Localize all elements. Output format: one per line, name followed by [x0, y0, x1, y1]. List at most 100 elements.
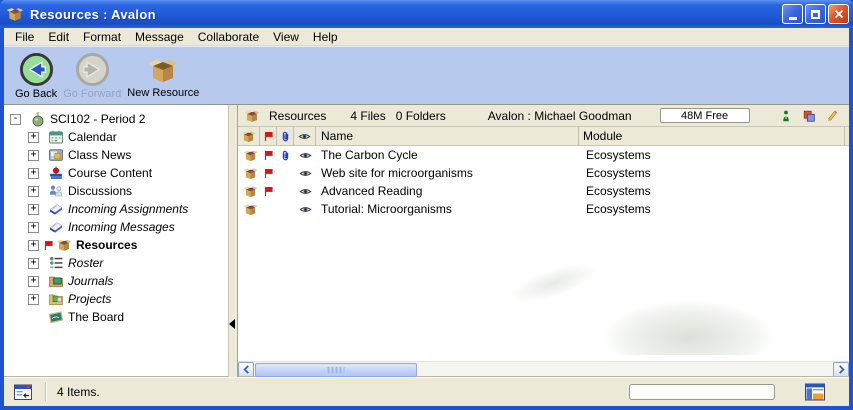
title-bar[interactable]: Resources : Avalon: [0, 0, 853, 28]
box-icon: [241, 129, 256, 144]
pencil-icon[interactable]: [825, 109, 839, 123]
chevron-left-icon: [242, 365, 251, 374]
tree-item-label: Calendar: [68, 130, 117, 144]
account-name: Avalon : Michael Goodman: [488, 109, 632, 123]
resource-info-bar: Resources 4 Files 0 Folders Avalon : Mic…: [238, 105, 849, 127]
expand-icon[interactable]: +: [28, 132, 39, 143]
expand-icon[interactable]: +: [28, 204, 39, 215]
new-resource-button[interactable]: New Resource: [124, 51, 202, 100]
minimize-button[interactable]: [782, 4, 803, 24]
resources-box-icon: [244, 108, 260, 124]
list-row-carbon-cycle[interactable]: The Carbon Cycle Ecosystems: [238, 146, 849, 164]
minimize-icon: [789, 17, 797, 20]
status-separator: [45, 383, 46, 401]
tree-item-calendar[interactable]: + Calendar: [4, 128, 228, 146]
menu-item-view[interactable]: View: [266, 29, 306, 45]
go-back-label: Go Back: [15, 88, 57, 100]
app-box-icon: [6, 5, 24, 23]
expand-icon[interactable]: +: [28, 222, 39, 233]
chalkboard-icon: [48, 309, 64, 325]
tree-item-label: The Board: [68, 310, 124, 324]
column-flag[interactable]: [260, 127, 277, 145]
copy-pages-icon[interactable]: [802, 109, 816, 123]
resources-box-icon: [56, 237, 72, 253]
resource-box-icon: [243, 184, 258, 199]
column-type[interactable]: [238, 127, 260, 145]
toolbar: Go Back Go Forward New Resource: [4, 46, 849, 104]
tree-item-incoming-messages[interactable]: + Incoming Messages: [4, 218, 228, 236]
column-name[interactable]: Name: [316, 127, 578, 145]
eye-icon: [299, 149, 312, 162]
list-row-tutorial[interactable]: Tutorial: Microorganisms Ecosystems: [238, 200, 849, 218]
toggle-left-panel-icon[interactable]: [14, 384, 33, 401]
notebook-icon: [48, 201, 64, 217]
menu-item-message[interactable]: Message: [128, 29, 191, 45]
tree-item-projects[interactable]: + Projects: [4, 290, 228, 308]
new-resource-box-icon: [146, 54, 180, 86]
tree-item-journals[interactable]: + Journals: [4, 272, 228, 290]
tree-item-label: Resources: [76, 238, 137, 252]
scroll-right-button[interactable]: [833, 362, 849, 378]
menu-item-format[interactable]: Format: [76, 29, 128, 45]
eye-icon: [299, 185, 312, 198]
collapse-arrow-icon[interactable]: [229, 319, 235, 329]
tree-item-discussions[interactable]: + Discussions: [4, 182, 228, 200]
expand-icon[interactable]: +: [28, 168, 39, 179]
menu-item-edit[interactable]: Edit: [41, 29, 76, 45]
expand-icon[interactable]: +: [28, 240, 39, 251]
status-progress-box: [629, 384, 775, 400]
menu-item-collaborate[interactable]: Collaborate: [191, 29, 266, 45]
roster-list-icon: [48, 255, 64, 271]
column-module[interactable]: Module: [578, 127, 845, 145]
menu-item-help[interactable]: Help: [306, 29, 345, 45]
window-title: Resources : Avalon: [30, 7, 782, 22]
scroll-left-button[interactable]: [238, 362, 254, 378]
menu-item-file[interactable]: File: [8, 29, 41, 45]
app-window: Resources : Avalon File Edit Format Mess…: [0, 0, 853, 410]
column-visibility[interactable]: [294, 127, 316, 145]
tree-item-label: Discussions: [68, 184, 132, 198]
eye-icon: [299, 203, 312, 216]
people-icon: [48, 183, 64, 199]
eye-icon: [298, 130, 311, 143]
flag-icon: [262, 167, 275, 180]
tree-item-label: Class News: [68, 148, 131, 162]
eye-icon: [299, 167, 312, 180]
notebook-icon: [48, 219, 64, 235]
collapse-expander-icon[interactable]: -: [10, 114, 21, 125]
free-space-indicator: 48M Free: [660, 108, 750, 123]
tree-item-resources[interactable]: + Resources: [4, 236, 228, 254]
tree-item-roster[interactable]: + Roster: [4, 254, 228, 272]
course-tree-panel: - SCI102 - Period 2 + Calendar + Class N…: [4, 105, 228, 377]
tree-item-course-content[interactable]: + Course Content: [4, 164, 228, 182]
tree-item-label: Journals: [68, 274, 113, 288]
items-count-text: 4 Items.: [57, 385, 100, 399]
scrollbar-thumb[interactable]: [255, 363, 417, 377]
column-attachment[interactable]: [277, 127, 294, 145]
horizontal-scrollbar[interactable]: [238, 361, 849, 377]
tree-item-class-news[interactable]: + Class News: [4, 146, 228, 164]
main-area: - SCI102 - Period 2 + Calendar + Class N…: [4, 104, 849, 377]
resource-box-icon: [243, 166, 258, 181]
expand-icon[interactable]: +: [28, 186, 39, 197]
maximize-button[interactable]: [805, 4, 826, 24]
expand-icon[interactable]: +: [28, 294, 39, 305]
go-back-button[interactable]: Go Back: [12, 51, 60, 101]
list-row-web-site[interactable]: Web site for microorganisms Ecosystems: [238, 164, 849, 182]
tree-item-the-board[interactable]: The Board: [4, 308, 228, 326]
close-icon: [834, 9, 844, 19]
list-row-advanced-reading[interactable]: Advanced Reading Ecosystems: [238, 182, 849, 200]
status-bar: 4 Items.: [4, 377, 849, 406]
resource-list-panel: Resources 4 Files 0 Folders Avalon : Mic…: [238, 105, 849, 377]
tree-root-course[interactable]: - SCI102 - Period 2: [4, 110, 228, 128]
toggle-right-panel-icon[interactable]: [805, 383, 825, 401]
tree-item-incoming-assignments[interactable]: + Incoming Assignments: [4, 200, 228, 218]
expand-icon[interactable]: +: [28, 258, 39, 269]
person-icon[interactable]: [779, 109, 793, 123]
panel-splitter[interactable]: [228, 105, 238, 377]
close-button[interactable]: [828, 4, 849, 24]
go-forward-button: Go Forward: [60, 51, 124, 101]
expand-icon[interactable]: +: [28, 276, 39, 287]
expand-icon[interactable]: +: [28, 150, 39, 161]
resource-module: Ecosystems: [582, 202, 849, 216]
